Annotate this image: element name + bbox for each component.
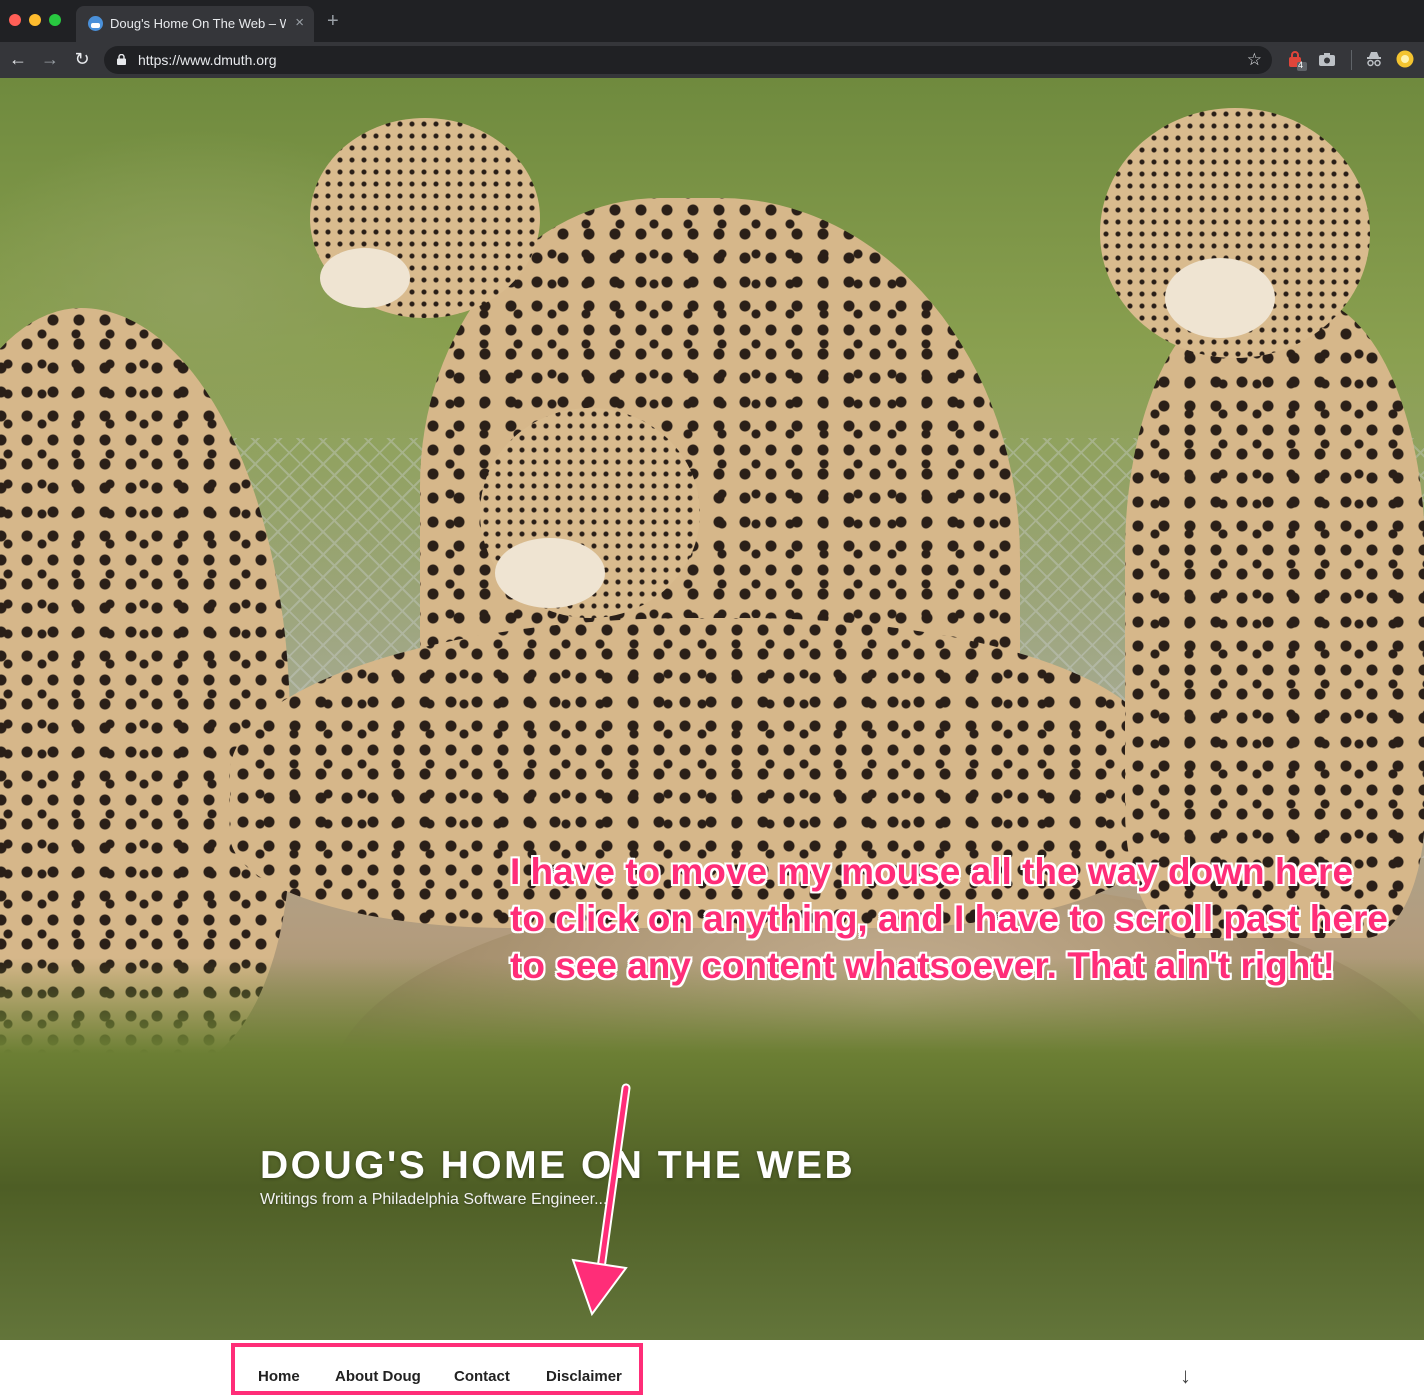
nav-contact[interactable]: Contact — [454, 1368, 510, 1385]
nav-about-doug[interactable]: About Doug — [335, 1368, 421, 1385]
site-favicon-icon — [88, 16, 103, 31]
annotation-line-2: to click on anything, and I have to scro… — [510, 898, 1388, 939]
window-close-button[interactable] — [9, 14, 21, 26]
window-minimize-button[interactable] — [29, 14, 41, 26]
site-title[interactable]: DOUG'S HOME ON THE WEB — [260, 1144, 855, 1188]
cheetah-sitting-muzzle — [320, 248, 410, 308]
url-text[interactable]: https://www.dmuth.org — [138, 52, 277, 68]
cheetah-right — [1125, 298, 1424, 938]
reload-button[interactable]: ↻ — [71, 48, 93, 70]
cheetah-right-muzzle — [1165, 258, 1275, 338]
nav-home[interactable]: Home — [258, 1368, 300, 1385]
annotation-line-1: I have to move my mouse all the way down… — [510, 851, 1354, 892]
address-bar[interactable]: https://www.dmuth.org ☆ — [104, 46, 1272, 74]
forward-button[interactable]: → — [39, 48, 61, 70]
tab-close-icon[interactable]: × — [295, 14, 304, 32]
new-tab-button[interactable]: + — [327, 10, 339, 32]
window-zoom-button[interactable] — [49, 14, 61, 26]
site-tagline: Writings from a Philadelphia Software En… — [260, 1191, 608, 1208]
browser-tab-bar: Doug's Home On The Web – W × + — [0, 0, 1424, 42]
nav-disclaimer[interactable]: Disclaimer — [546, 1368, 622, 1385]
cheetah-left — [0, 308, 290, 1068]
extension-badge: 4 — [1298, 60, 1304, 70]
bookmark-star-icon[interactable]: ☆ — [1247, 49, 1262, 71]
tab-title: Doug's Home On The Web – W — [110, 16, 286, 31]
incognito-icon[interactable] — [1365, 50, 1383, 68]
site-navigation: Home About Doug Contact Disclaimer ↓ — [0, 1340, 1424, 1399]
cheetah-lying-muzzle — [495, 538, 605, 608]
back-button[interactable]: ← — [7, 48, 29, 70]
browser-tab[interactable]: Doug's Home On The Web – W × — [76, 6, 314, 42]
scroll-down-arrow-icon[interactable]: ↓ — [1180, 1364, 1191, 1388]
annotation-text: I have to move my mouse all the way down… — [510, 848, 1390, 989]
annotation-line-3: to see any content whatsoever. That ain'… — [510, 945, 1336, 986]
camera-icon[interactable] — [1318, 50, 1336, 68]
browser-toolbar: ← → ↻ https://www.dmuth.org ☆ 4 — [0, 42, 1424, 78]
lock-icon — [117, 54, 126, 65]
toolbar-divider — [1351, 50, 1352, 70]
profile-avatar[interactable] — [1396, 50, 1414, 68]
